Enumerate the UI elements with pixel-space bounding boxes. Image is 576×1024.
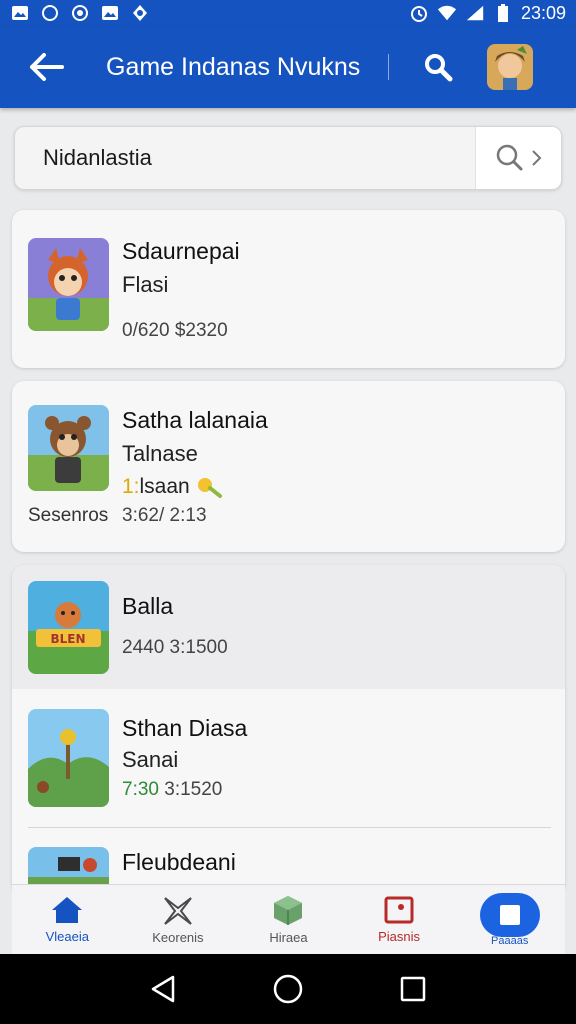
game-thumbnail [28,405,109,491]
status-bar: 23:09 [0,0,576,26]
wifi-icon [437,4,457,22]
nav-item-profile[interactable]: Paaaas [454,885,565,954]
game-thumbnail: BLEN [28,581,109,674]
key-icon [197,478,222,499]
nav-label: Vleaeia [45,929,89,944]
circle-home-icon [273,974,303,1004]
status-time: 23:09 [520,2,566,23]
nav-label: Paaaas [491,934,529,947]
star-icon [164,897,192,925]
item-leading-label: Sesenros [28,505,109,526]
nav-item-library[interactable]: Hiraea [233,885,344,954]
system-home-button[interactable] [266,967,310,1011]
divider [28,827,551,828]
item-subtitle: Flasi [122,272,169,297]
item-meta: 3:1520 [164,779,223,800]
item-title: Sthan Diasa [122,715,248,741]
item-subtitle: Sanai [122,747,179,772]
avatar[interactable] [487,44,534,90]
game-thumbnail [28,709,109,807]
triangle-back-icon [151,975,174,1003]
profile-icon [499,904,520,925]
list-item[interactable]: Satha lalanaia Talnase 1:lsaan Sesenros … [12,381,565,552]
nav-label: Piasnis [378,929,421,944]
item-meta-highlight: 7:30 [122,779,159,800]
signal-icon [465,4,485,22]
list-item[interactable]: Sthan Diasa Sanai 7:30 3:1520 [12,689,565,829]
game-thumbnail [28,238,109,331]
image-icon [100,4,120,22]
circle-icon [70,4,90,22]
item-title: Satha lalanaia [122,407,268,433]
alarm-icon [409,4,429,22]
item-meta: 2440 3:1500 [122,637,228,658]
list-item[interactable]: Sdaurnepai Flasi 0/620 $2320 [12,210,565,368]
nav-item-favorites[interactable]: Keorenis [123,885,234,954]
svg-text:BLEN: BLEN [50,632,85,646]
nav-label: Hiraea [269,930,308,945]
whatsapp-icon [40,4,60,22]
item-meta-row: 7:30 3:1520 [122,779,222,801]
nav-item-home[interactable]: Vleaeia [12,885,123,954]
square-recents-icon [401,976,426,1002]
image-icon [10,4,30,22]
system-back-button[interactable] [141,967,185,1011]
list-item-highlight[interactable]: BLEN Balla 2440 3:1500 [12,565,565,689]
badge-text: lsaan [139,475,190,498]
app-bar: Game Indanas Nvukns [0,26,576,108]
system-navigation [0,954,576,1024]
item-badge: 1:lsaan [122,475,222,499]
square-icon [384,896,414,924]
badge-prefix: 1: [122,475,140,498]
item-meta: 0/620 $2320 [122,320,228,341]
list-group: BLEN Balla 2440 3:1500 Sthan Diasa Sanai… [12,565,565,895]
battery-icon [493,4,513,22]
search-input[interactable]: Nidanlastia [15,145,475,171]
search-submit-button[interactable] [475,127,561,189]
item-title: Balla [122,593,174,619]
search-button[interactable] [413,42,463,92]
search-field[interactable]: Nidanlastia [14,126,562,190]
nav-label: Keorenis [152,930,204,945]
page-title: Game Indanas Nvukns [106,52,361,81]
back-button[interactable] [16,37,76,97]
search-icon [425,54,453,82]
arrow-left-icon [30,53,64,81]
item-subtitle: Talnase [122,441,198,466]
system-recents-button[interactable] [391,967,435,1011]
item-title: Fleubdeani [122,849,236,875]
notification-icon [130,4,150,22]
nav-item-plans[interactable]: Piasnis [344,885,455,954]
profile-fab[interactable] [479,892,540,937]
chevron-right-icon [531,150,541,166]
item-meta: 3:62/ 2:13 [122,505,207,526]
search-icon [496,144,522,171]
home-icon [52,897,83,923]
bottom-navigation: Vleaeia Keorenis Hiraea Piasnis Paaaas [12,884,565,954]
cube-icon [274,896,303,925]
item-title: Sdaurnepai [122,238,240,264]
title-divider [388,54,390,80]
